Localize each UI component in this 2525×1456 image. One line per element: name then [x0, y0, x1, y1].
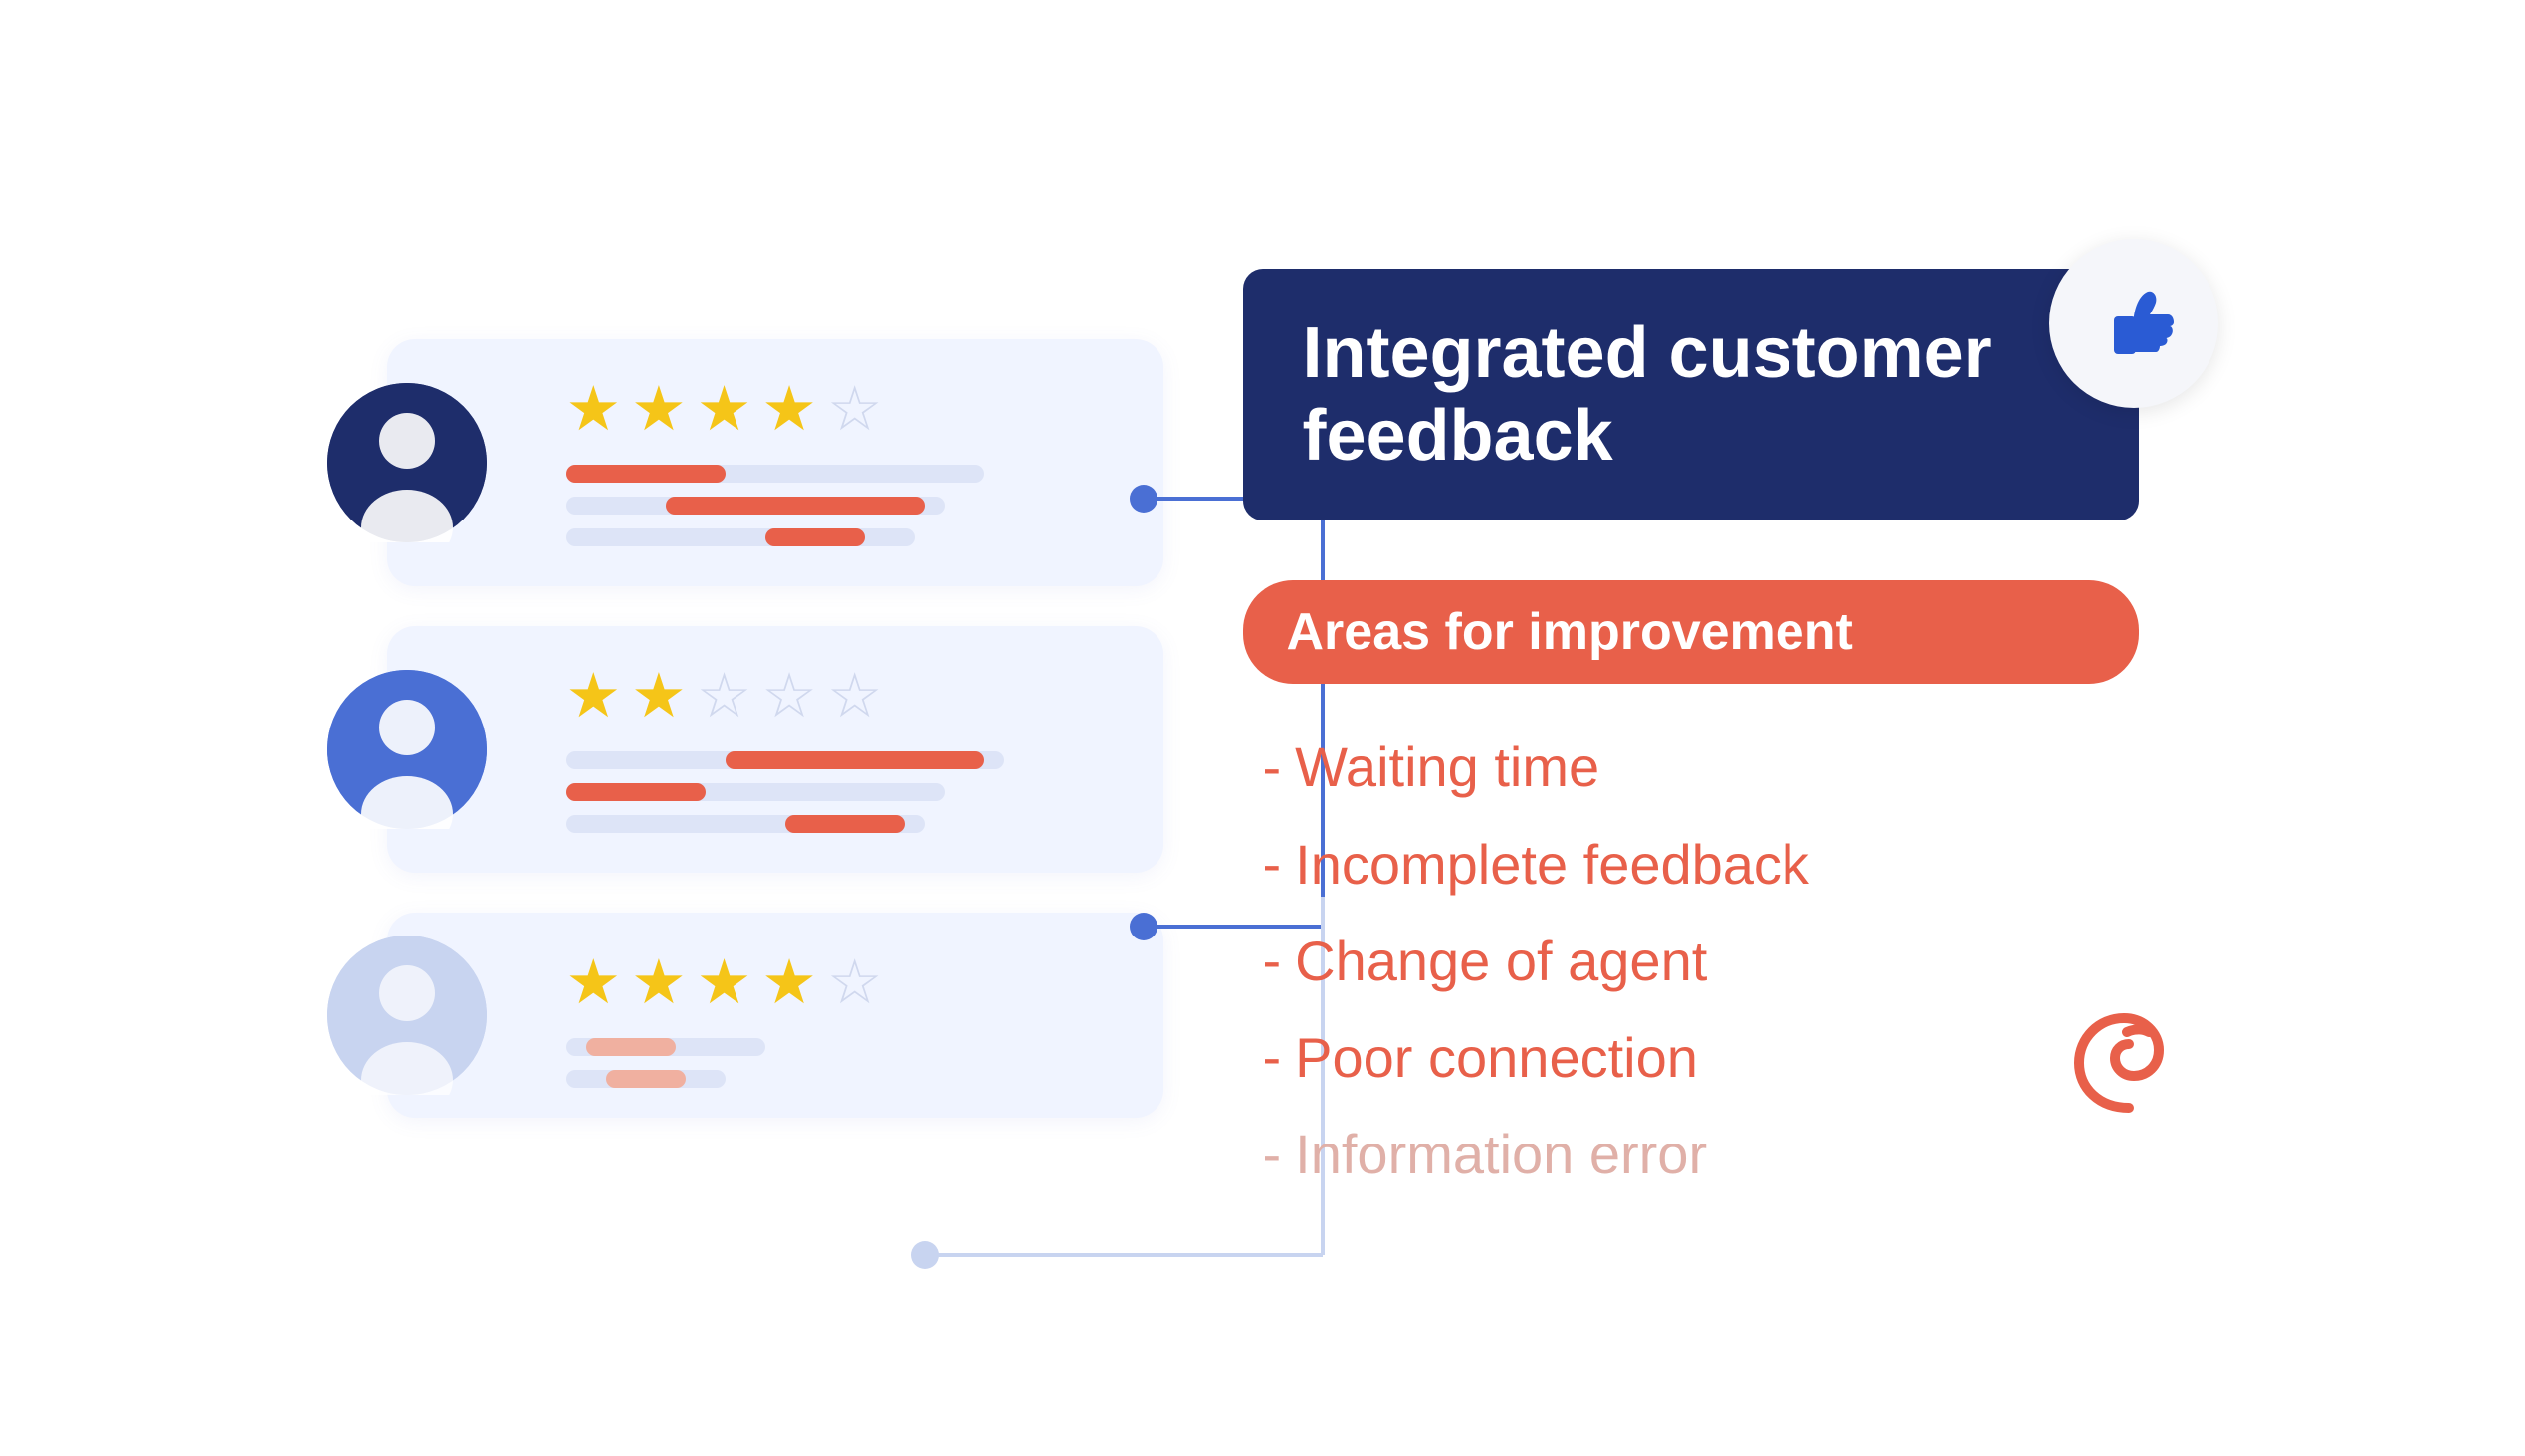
star-filled: ★ [631, 952, 687, 1014]
bar-track [566, 528, 915, 546]
bar-fill [726, 751, 984, 769]
star-filled: ★ [566, 379, 622, 441]
bar-row [566, 465, 1120, 483]
bar-track [566, 1038, 765, 1056]
bar-track [566, 1070, 726, 1088]
star-filled: ★ [761, 379, 817, 441]
star-empty: ☆ [827, 666, 883, 728]
review-card-1: ★ ★ ★ ★ ☆ [387, 339, 1163, 586]
avatar-2 [327, 670, 487, 829]
main-container: ★ ★ ★ ★ ☆ [69, 57, 2457, 1400]
feedback-title: Integrated customer feedback [1303, 312, 2079, 478]
areas-badge-text: Areas for improvement [1287, 603, 1853, 661]
bar-fill [785, 815, 905, 833]
improvement-label: Change of agent [1295, 928, 1707, 994]
improvement-item-poor-connection: - Poor connection [1263, 1024, 2139, 1091]
improvement-item-waiting-time: - Waiting time [1263, 733, 2139, 800]
dash-icon: - [1263, 739, 1282, 795]
dash-icon: - [1263, 1029, 1282, 1085]
improvement-label: Information error [1295, 1121, 1707, 1187]
thumbs-up-icon [2049, 239, 2218, 408]
dash-icon: - [1263, 1127, 1282, 1182]
bar-track [566, 465, 984, 483]
star-filled: ★ [631, 666, 687, 728]
areas-badge: Areas for improvement [1243, 580, 2139, 684]
bar-row [566, 497, 1120, 515]
bar-fill [566, 783, 706, 801]
dash-icon: - [1263, 933, 1282, 988]
bar-group-2 [566, 751, 1120, 833]
bar-track [566, 751, 1004, 769]
improvement-label: Waiting time [1295, 733, 1599, 800]
star-empty: ☆ [827, 952, 883, 1014]
dash-icon: - [1263, 836, 1282, 892]
bar-fill [566, 465, 726, 483]
review-card-2: ★ ★ ☆ ☆ ☆ [387, 626, 1163, 873]
avatar-1 [327, 383, 487, 542]
bar-row [566, 1070, 1120, 1088]
improvement-label: Incomplete feedback [1295, 831, 1809, 898]
right-side: Integrated customer feedback Areas for i… [1243, 269, 2139, 1188]
bar-track [566, 783, 945, 801]
improvement-item-change-of-agent: - Change of agent [1263, 928, 2139, 994]
left-side: ★ ★ ★ ★ ☆ [387, 339, 1163, 1118]
stars-3: ★ ★ ★ ★ ☆ [566, 952, 1120, 1014]
star-filled: ★ [697, 952, 752, 1014]
star-empty: ☆ [761, 666, 817, 728]
improvement-item-information-error: - Information error [1263, 1121, 2139, 1187]
improvement-item-incomplete-feedback: - Incomplete feedback [1263, 831, 2139, 898]
bar-track [566, 497, 945, 515]
bar-track [566, 815, 925, 833]
bar-row [566, 783, 1120, 801]
bar-row [566, 815, 1120, 833]
bar-fill [765, 528, 865, 546]
star-filled: ★ [697, 379, 752, 441]
star-filled: ★ [566, 952, 622, 1014]
improvement-list: - Waiting time - Incomplete feedback - C… [1243, 733, 2139, 1187]
bar-row [566, 1038, 1120, 1056]
improvement-label: Poor connection [1295, 1024, 1698, 1091]
bar-fill [586, 1038, 676, 1056]
bar-fill [666, 497, 925, 515]
star-filled: ★ [761, 952, 817, 1014]
avatar-3 [327, 936, 487, 1095]
bar-row [566, 528, 1120, 546]
swirl-decoration [2059, 988, 2199, 1128]
bar-group-3 [566, 1038, 1120, 1088]
stars-2: ★ ★ ☆ ☆ ☆ [566, 666, 1120, 728]
bar-row [566, 751, 1120, 769]
star-filled: ★ [566, 666, 622, 728]
bar-fill [606, 1070, 686, 1088]
review-card-3: ★ ★ ★ ★ ☆ [387, 913, 1163, 1118]
feedback-header: Integrated customer feedback [1243, 269, 2139, 521]
star-filled: ★ [631, 379, 687, 441]
star-empty: ☆ [697, 666, 752, 728]
stars-1: ★ ★ ★ ★ ☆ [566, 379, 1120, 441]
star-empty: ☆ [827, 379, 883, 441]
bar-group-1 [566, 465, 1120, 546]
